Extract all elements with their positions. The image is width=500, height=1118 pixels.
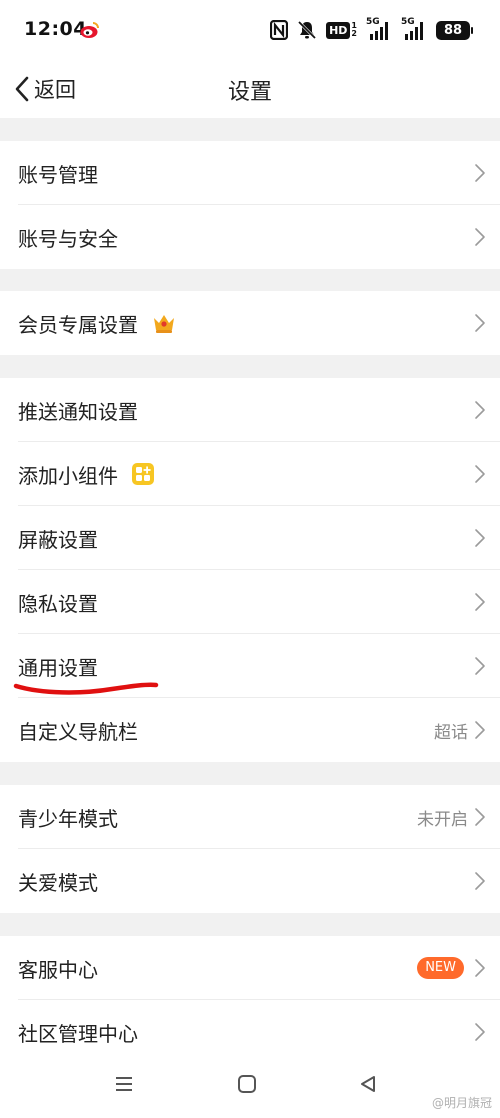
nav-header: 返回 设置	[0, 60, 500, 118]
weibo-app-icon	[80, 22, 99, 38]
chevron-right-icon	[475, 959, 485, 977]
settings-item-label: 隐私设置	[18, 591, 98, 616]
system-nav-bar	[0, 1060, 500, 1118]
settings-list: 账号管理 账号与安全 会员专属设置 推送通知设置 添加小组件 屏蔽设置 隐私设置…	[0, 118, 500, 1064]
status-bar: 12:04 HD 1 2 5G 5G 88	[0, 0, 500, 60]
settings-item-label: 推送通知设置	[18, 399, 138, 424]
home-square-icon[interactable]	[237, 1074, 257, 1094]
battery-indicator: 88	[436, 20, 473, 40]
status-time: 12:04	[24, 18, 87, 40]
hd-indicator: HD 1 2	[326, 21, 357, 39]
settings-item-push-notifications[interactable]: 推送通知设置	[0, 378, 500, 442]
settings-item-block-settings[interactable]: 屏蔽设置	[0, 506, 500, 570]
group-divider	[0, 269, 500, 291]
back-triangle-icon[interactable]	[358, 1074, 378, 1094]
signal-bars-icon	[405, 22, 423, 40]
crown-icon	[154, 315, 174, 333]
settings-item-label: 客服中心	[18, 957, 98, 982]
group-divider	[0, 762, 500, 785]
settings-item-label: 账号管理	[18, 162, 98, 187]
chevron-right-icon	[475, 1023, 485, 1041]
chevron-right-icon	[475, 721, 485, 739]
settings-item-care-mode[interactable]: 关爱模式	[0, 849, 500, 913]
nfc-icon	[270, 20, 289, 40]
mute-bell-icon	[298, 20, 317, 40]
settings-item-account-security[interactable]: 账号与安全	[0, 205, 500, 269]
watermark: @明月旗冠	[431, 1096, 492, 1110]
signal-bars-icon	[370, 22, 388, 40]
settings-item-customer-service[interactable]: 客服中心 NEW	[0, 936, 500, 1000]
chevron-right-icon	[475, 228, 485, 246]
new-badge: NEW	[417, 957, 464, 979]
settings-item-community-management[interactable]: 社区管理中心	[0, 1000, 500, 1064]
widget-grid-icon	[132, 463, 154, 485]
group-divider	[0, 913, 500, 936]
menu-icon[interactable]	[114, 1074, 134, 1094]
red-underline-annotation	[13, 682, 159, 695]
settings-item-label: 会员专属设置	[18, 312, 138, 337]
signal-1: 5G	[366, 17, 392, 41]
settings-item-account-management[interactable]: 账号管理	[0, 141, 500, 205]
chevron-right-icon	[475, 401, 485, 419]
settings-item-label: 青少年模式	[18, 806, 118, 831]
settings-item-custom-nav-bar[interactable]: 自定义导航栏 超话	[0, 698, 500, 762]
settings-item-teen-mode[interactable]: 青少年模式 未开启	[0, 785, 500, 849]
status-icons: HD 1 2 5G 5G 88	[270, 17, 473, 42]
group-divider	[0, 355, 500, 378]
settings-item-label: 账号与安全	[18, 226, 118, 251]
group-divider	[0, 118, 500, 141]
settings-item-label: 添加小组件	[18, 463, 118, 488]
settings-item-label: 屏蔽设置	[18, 527, 98, 552]
chevron-right-icon	[475, 164, 485, 182]
settings-item-label: 社区管理中心	[18, 1021, 138, 1046]
settings-item-value: 未开启	[417, 809, 468, 830]
settings-item-label: 自定义导航栏	[18, 719, 138, 744]
settings-item-vip-settings[interactable]: 会员专属设置	[0, 291, 500, 355]
settings-item-add-widget[interactable]: 添加小组件	[0, 442, 500, 506]
settings-item-label: 关爱模式	[18, 870, 98, 895]
settings-item-value: 超话	[434, 722, 468, 743]
page-title: 设置	[227, 80, 272, 105]
chevron-right-icon	[475, 593, 485, 611]
chevron-right-icon	[475, 465, 485, 483]
chevron-right-icon	[475, 872, 485, 890]
chevron-right-icon	[475, 657, 485, 675]
hd-sim-index: 1 2	[351, 21, 357, 38]
chevron-right-icon	[475, 808, 485, 826]
hd-label: HD	[326, 21, 351, 39]
chevron-right-icon	[475, 314, 485, 332]
signal-2: 5G	[401, 17, 427, 41]
chevron-right-icon	[475, 529, 485, 547]
settings-item-privacy-settings[interactable]: 隐私设置	[0, 570, 500, 634]
